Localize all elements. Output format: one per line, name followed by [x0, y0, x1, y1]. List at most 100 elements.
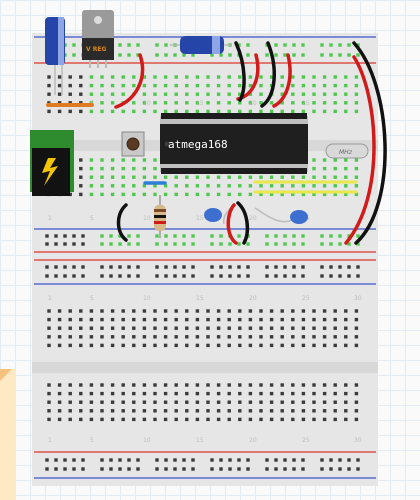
connected-hole [292, 234, 296, 238]
connected-hole [163, 109, 168, 114]
connected-hole [118, 43, 122, 47]
connected-hole [100, 242, 104, 246]
breadboard-hole [259, 409, 263, 413]
breadboard-hole [185, 343, 189, 348]
connected-hole [89, 192, 94, 197]
breadboard-hole [47, 391, 51, 396]
connected-hole [329, 43, 333, 47]
breadboard-hole [89, 326, 94, 330]
breadboard-hole [333, 343, 337, 348]
connected-hole [216, 175, 221, 179]
breadboard-hole [182, 274, 186, 278]
breadboard-hole [174, 309, 178, 313]
microcontroller-label: atmega168 [168, 138, 228, 151]
breadboard-hole [206, 317, 210, 322]
breadboard-hole [191, 274, 195, 278]
breadboard-hole [79, 75, 83, 79]
breadboard-hole [333, 409, 337, 413]
column-number: 1 [48, 437, 52, 444]
connected-hole [354, 166, 359, 171]
connected-hole [164, 234, 168, 238]
connected-hole [121, 92, 125, 96]
connected-hole [227, 109, 231, 114]
breadboard-hole [206, 417, 210, 422]
breadboard-hole [238, 317, 242, 322]
breadboard-hole [110, 317, 115, 322]
breadboard-hole [68, 343, 72, 348]
breadboard-hole [238, 409, 242, 413]
connected-hole [259, 109, 263, 114]
breadboard-hole [283, 265, 287, 269]
breadboard-hole [344, 335, 348, 339]
breadboard-hole [228, 274, 232, 278]
column-number: 1 [48, 215, 52, 222]
breadboard-hole [185, 326, 189, 330]
breadboard-hole [216, 343, 221, 348]
breadboard-hole [57, 335, 62, 339]
breadboard-hole [312, 335, 316, 339]
connected-hole [227, 92, 231, 96]
connected-hole [195, 175, 200, 179]
breadboard-hole [259, 383, 263, 387]
breadboard-hole [100, 309, 104, 313]
column-number: 15 [196, 100, 204, 107]
connected-hole [312, 158, 316, 162]
breadboard-hole [280, 326, 284, 330]
breadboard-hole [280, 417, 284, 422]
breadboard-hole [54, 274, 58, 278]
breadboard-hole [219, 458, 223, 462]
breadboard-hole [322, 326, 327, 330]
connected-hole [291, 175, 295, 179]
connected-hole [333, 158, 337, 162]
breadboard-hole [227, 343, 231, 348]
connected-hole [301, 234, 305, 238]
breadboard-hole [163, 383, 168, 387]
breadboard-hole [238, 417, 242, 422]
breadboard-hole [182, 458, 186, 462]
connected-hole [163, 75, 168, 79]
connected-hole [153, 92, 157, 96]
breadboard-hole [238, 326, 242, 330]
breadboard-hole [195, 317, 200, 322]
breadboard-hole [347, 458, 351, 462]
connected-hole [191, 234, 195, 238]
connected-hole [185, 192, 189, 197]
breadboard-hole [132, 317, 136, 322]
breadboard-hole [79, 400, 83, 404]
connected-hole [344, 184, 348, 188]
breadboard-hole [301, 391, 306, 396]
breadboard-hole [68, 409, 72, 413]
connected-hole [283, 234, 287, 238]
column-number: 15 [196, 215, 204, 222]
breadboard-hole [100, 265, 104, 269]
breadboard-hole [301, 458, 305, 462]
breadboard-hole [68, 335, 72, 339]
breadboard-hole [210, 458, 214, 462]
connected-hole [248, 192, 253, 197]
connected-hole [219, 242, 223, 246]
connected-hole [291, 92, 295, 96]
breadboard-hole [354, 417, 359, 422]
breadboard-hole [195, 383, 200, 387]
breadboard-hole [312, 409, 316, 413]
breadboard-hole [246, 265, 250, 269]
breadboard-hole [142, 326, 147, 330]
connected-hole [163, 175, 168, 179]
breadboard-hole [79, 335, 83, 339]
breadboard-hole [206, 400, 210, 404]
breadboard-hole [47, 309, 51, 313]
connected-hole [127, 242, 131, 246]
connected-hole [269, 109, 274, 114]
breadboard-hole [57, 317, 62, 322]
breadboard-hole [164, 467, 168, 471]
breadboard-hole [333, 417, 337, 422]
breadboard-hole [246, 274, 250, 278]
breadboard-hole [248, 409, 253, 413]
breadboard-hole [195, 409, 200, 413]
connected-hole [121, 83, 125, 88]
connected-hole [100, 175, 104, 179]
breadboard-hole [185, 400, 189, 404]
breadboard-hole [344, 391, 348, 396]
connected-hole [173, 53, 177, 57]
breadboard-hole [81, 274, 85, 278]
